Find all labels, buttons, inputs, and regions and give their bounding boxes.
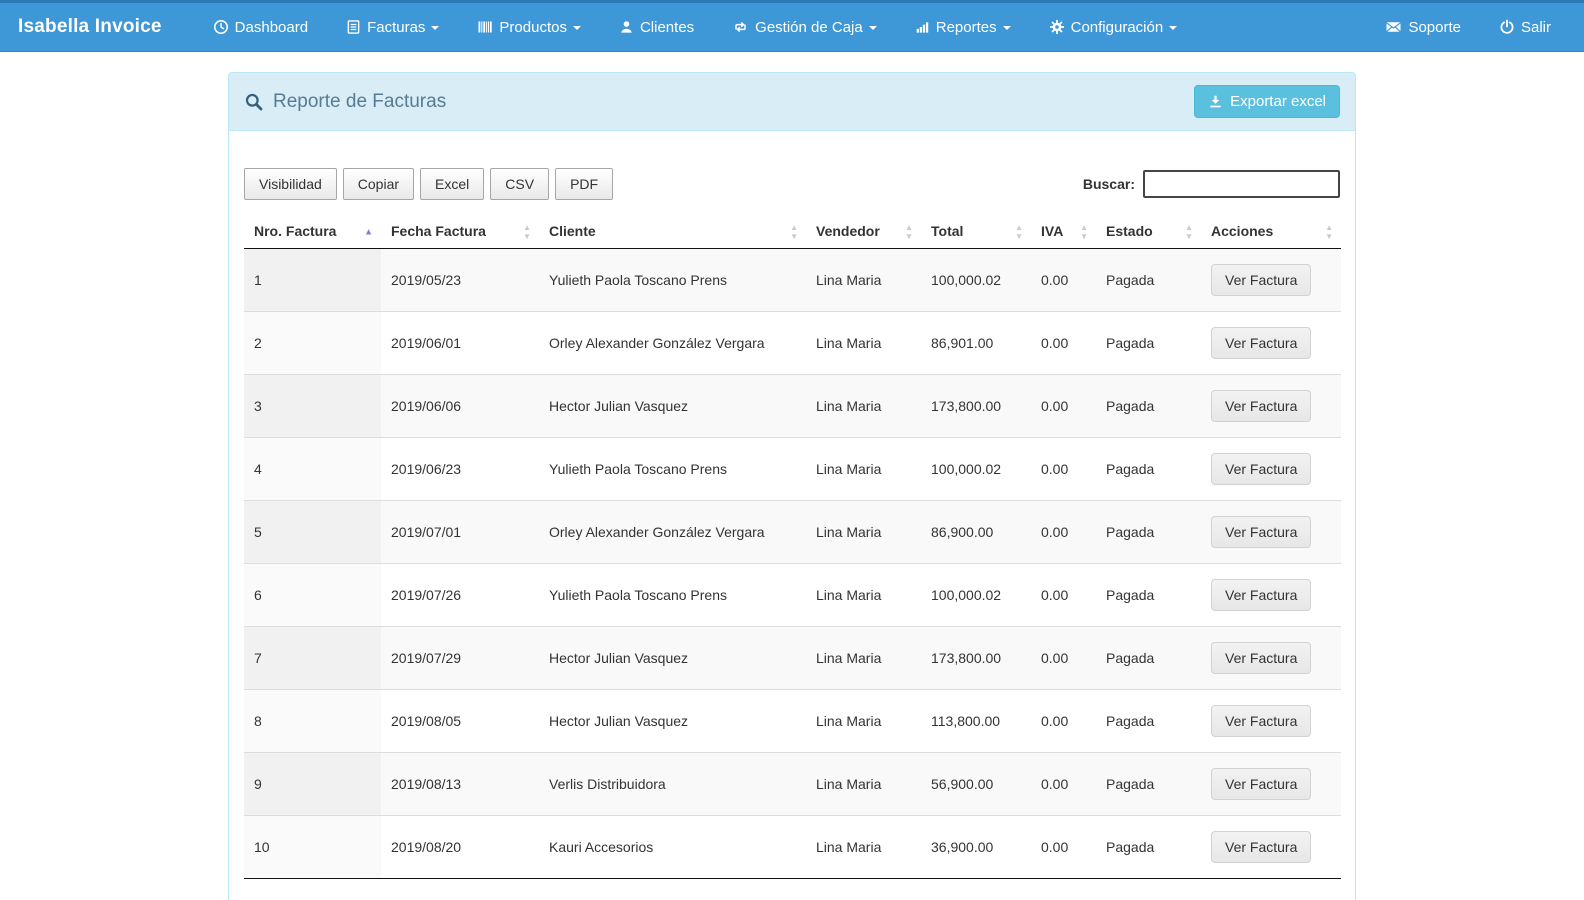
dashboard-icon (213, 19, 229, 35)
ver-factura-button[interactable]: Ver Factura (1211, 264, 1311, 296)
copy-button[interactable]: Copiar (343, 168, 414, 200)
table-row: 82019/08/05Hector Julian VasquezLina Mar… (244, 690, 1341, 753)
chevron-down-icon (869, 26, 877, 30)
nav-item-gestion-caja[interactable]: Gestión de Caja (713, 1, 896, 53)
export-excel-button[interactable]: Exportar excel (1194, 85, 1340, 118)
table-row: 72019/07/29Hector Julian VasquezLina Mar… (244, 627, 1341, 690)
ver-factura-button[interactable]: Ver Factura (1211, 327, 1311, 359)
datatable-buttons: Visibilidad Copiar Excel CSV PDF (244, 168, 613, 200)
download-icon (1208, 94, 1223, 109)
nav-label: Salir (1521, 19, 1551, 36)
chevron-down-icon (1169, 26, 1177, 30)
column-header-acciones[interactable]: Acciones (1201, 214, 1341, 249)
ver-factura-button[interactable]: Ver Factura (1211, 705, 1311, 737)
nav-item-facturas[interactable]: Facturas (327, 1, 458, 53)
ver-factura-button[interactable]: Ver Factura (1211, 768, 1311, 800)
ver-factura-button[interactable]: Ver Factura (1211, 831, 1311, 863)
ver-factura-button[interactable]: Ver Factura (1211, 642, 1311, 674)
sort-icon (790, 222, 798, 240)
search-area: Buscar: (1083, 170, 1340, 198)
column-header-total[interactable]: Total (921, 214, 1031, 249)
export-excel-label: Exportar excel (1230, 93, 1326, 110)
ver-factura-button[interactable]: Ver Factura (1211, 390, 1311, 422)
nav-item-soporte[interactable]: Soporte (1366, 1, 1480, 53)
table-row: 32019/06/06Hector Julian VasquezLina Mar… (244, 375, 1341, 438)
nav-item-productos[interactable]: Productos (458, 1, 600, 53)
pdf-button[interactable]: PDF (555, 168, 613, 200)
table-row: 62019/07/26Yulieth Paola Toscano PrensLi… (244, 564, 1341, 627)
nav-label: Soporte (1408, 19, 1461, 36)
search-label: Buscar: (1083, 176, 1135, 192)
search-icon (244, 92, 264, 112)
nav-item-salir[interactable]: Salir (1480, 1, 1570, 53)
sort-icon (1080, 222, 1088, 240)
column-header-iva[interactable]: IVA (1031, 214, 1096, 249)
table-row: 12019/05/23Yulieth Paola Toscano PrensLi… (244, 249, 1341, 312)
ver-factura-button[interactable]: Ver Factura (1211, 579, 1311, 611)
table-row: 42019/06/23Yulieth Paola Toscano PrensLi… (244, 438, 1341, 501)
power-icon (1499, 19, 1515, 35)
chevron-down-icon (573, 26, 581, 30)
visibility-button[interactable]: Visibilidad (244, 168, 337, 200)
sort-icon (1015, 222, 1023, 240)
nav-label: Gestión de Caja (755, 19, 863, 36)
gear-icon (1049, 19, 1065, 35)
panel-header: Reporte de Facturas Exportar excel (229, 73, 1355, 131)
column-header-vendedor[interactable]: Vendedor (806, 214, 921, 249)
table-row: 102019/08/20Kauri AccesoriosLina Maria36… (244, 816, 1341, 879)
bar-chart-icon (915, 19, 930, 35)
nav-label: Clientes (640, 19, 694, 36)
envelope-icon (1385, 19, 1402, 35)
column-header-fecha-factura[interactable]: Fecha Factura (381, 214, 539, 249)
navbar: Isabella Invoice Dashboard Facturas Prod… (0, 0, 1584, 52)
column-header-nro-factura[interactable]: Nro. Factura (244, 214, 381, 249)
nav-item-dashboard[interactable]: Dashboard (194, 1, 327, 53)
nav-item-configuracion[interactable]: Configuración (1030, 1, 1197, 53)
nav-item-reportes[interactable]: Reportes (896, 1, 1030, 53)
sort-asc-icon (364, 227, 373, 236)
column-header-estado[interactable]: Estado (1096, 214, 1201, 249)
page-title-text: Reporte de Facturas (273, 91, 446, 113)
cash-cycle-icon (732, 19, 749, 35)
user-icon (619, 19, 634, 35)
column-header-cliente[interactable]: Cliente (539, 214, 806, 249)
sort-icon (1325, 222, 1333, 240)
nav-label: Dashboard (235, 19, 308, 36)
ver-factura-button[interactable]: Ver Factura (1211, 453, 1311, 485)
chevron-down-icon (431, 26, 439, 30)
page-title: Reporte de Facturas (244, 91, 446, 113)
table-toolbar: Visibilidad Copiar Excel CSV PDF Buscar: (244, 168, 1340, 200)
report-panel: Reporte de Facturas Exportar excel Visib… (228, 72, 1356, 900)
invoice-list-icon (346, 19, 361, 35)
invoices-table: Nro. Factura Fecha Factura Cliente Vende… (244, 214, 1341, 879)
table-body: 12019/05/23Yulieth Paola Toscano PrensLi… (244, 249, 1341, 879)
nav-menu: Dashboard Facturas Productos Clientes (194, 1, 1197, 53)
nav-menu-right: Soporte Salir (1366, 1, 1570, 53)
csv-button[interactable]: CSV (490, 168, 549, 200)
barcode-icon (477, 19, 493, 35)
excel-button[interactable]: Excel (420, 168, 484, 200)
search-input[interactable] (1143, 170, 1340, 198)
table-row: 52019/07/01Orley Alexander González Verg… (244, 501, 1341, 564)
sort-icon (905, 222, 913, 240)
sort-icon (1185, 222, 1193, 240)
table-header: Nro. Factura Fecha Factura Cliente Vende… (244, 214, 1341, 249)
nav-label: Facturas (367, 19, 425, 36)
nav-item-clientes[interactable]: Clientes (600, 1, 713, 53)
app-brand[interactable]: Isabella Invoice (0, 16, 180, 38)
panel-body: Visibilidad Copiar Excel CSV PDF Buscar:… (229, 131, 1355, 900)
nav-label: Configuración (1071, 19, 1164, 36)
sort-icon (523, 222, 531, 240)
nav-label: Reportes (936, 19, 997, 36)
main-content: Reporte de Facturas Exportar excel Visib… (228, 72, 1356, 900)
ver-factura-button[interactable]: Ver Factura (1211, 516, 1311, 548)
chevron-down-icon (1003, 26, 1011, 30)
table-row: 92019/08/13Verlis DistribuidoraLina Mari… (244, 753, 1341, 816)
table-row: 22019/06/01Orley Alexander González Verg… (244, 312, 1341, 375)
nav-label: Productos (499, 19, 567, 36)
